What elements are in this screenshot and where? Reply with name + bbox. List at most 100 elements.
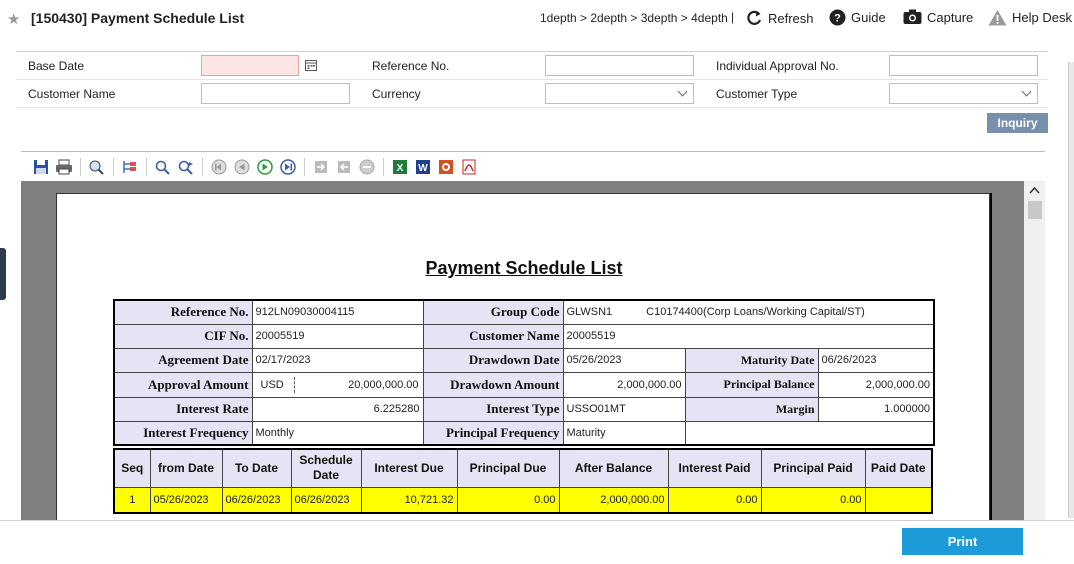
schedule-header-cell: To Date [221,448,292,488]
viewer-scrollbar[interactable] [1024,181,1045,521]
guide-button[interactable]: ? Guide [829,9,886,26]
toolbar-divider [202,157,203,176]
reference-no-input[interactable] [545,55,694,76]
drawdown-date-label: Drawdown Date [422,347,564,373]
toolbar-divider [383,157,384,176]
schedule-header-cell: Paid Date [864,448,933,488]
cif-no-value: 20005519 [251,323,424,349]
report-viewer: X W Payment Schedule List Reference No. … [21,151,1045,521]
favorite-star-icon[interactable]: ★ [7,10,20,28]
last-page-icon[interactable] [278,157,298,177]
toolbar-divider [146,157,147,176]
currency-select[interactable] [545,83,694,104]
schedule-cell: 0.00 [456,486,560,514]
help-circle-icon: ? [829,9,846,26]
schedule-header-cell: Interest Due [360,448,458,488]
schedule-cell: 05/26/2023 [149,486,223,514]
tree-icon[interactable] [120,157,140,177]
capture-label: Capture [927,9,974,25]
group-code-desc: C10174400(Corp Loans/Working Capital/ST) [646,306,865,319]
customer-type-label: Customer Type [716,87,798,101]
schedule-cell: 06/26/2023 [290,486,362,514]
print-icon[interactable] [54,157,74,177]
customer-name-input[interactable] [201,83,350,104]
loan-info-table: Reference No. 912LN09030004115 Group Cod… [113,299,935,446]
principal-balance-label: Principal Balance [684,371,819,398]
stop-icon[interactable] [357,157,377,177]
schedule-header-cell: After Balance [558,448,669,488]
powerpoint-icon[interactable] [436,157,456,177]
zoom-icon[interactable] [87,157,107,177]
search-row-1: Base Date Reference No. Individual Appro… [16,52,1048,80]
excel-icon[interactable]: X [390,157,410,177]
import-icon[interactable] [311,157,331,177]
first-page-icon[interactable] [209,157,229,177]
group-code-value: GLWSN1 C10174400(Corp Loans/Working Capit… [562,299,935,325]
reference-no-value: 912LN09030004115 [251,299,424,325]
search-panel: Base Date Reference No. Individual Appro… [16,51,1048,108]
footer-bar: Print [0,520,1074,564]
refresh-icon [747,10,762,25]
refresh-button[interactable]: Refresh [745,9,814,27]
schedule-header-row: Seq from Date To Date Schedule Date Interest… [113,448,933,488]
sidebar-toggle-tab[interactable] [0,248,6,300]
approval-currency: USD [253,376,295,393]
schedule-header-cell: Principal Paid [760,448,866,488]
svg-text:W: W [418,163,428,174]
schedule-cell: 0.00 [667,486,762,514]
table-row: 1 05/26/2023 06/26/2023 06/26/2023 10,721.32… [113,486,933,514]
interest-rate-label: Interest Rate [113,396,253,422]
interest-frequency-label: Interest Frequency [113,420,253,446]
schedule-cell [864,486,933,514]
schedule-cell: 0.00 [760,486,866,514]
export-icon[interactable] [334,157,354,177]
schedule-header-cell: Interest Paid [667,448,762,488]
print-button[interactable]: Print [902,528,1023,555]
search-next-icon[interactable] [176,157,196,177]
prev-page-icon[interactable] [232,157,252,177]
help-desk-label: Help Desk [1012,10,1072,25]
drawdown-amount-value: 2,000,000.00 [562,371,686,398]
capture-button[interactable]: Capture [903,9,973,25]
page-title: [150430] Payment Schedule List [31,10,245,26]
header-separator: | [731,10,735,24]
customer-type-select[interactable] [889,83,1038,104]
interest-frequency-value: Monthly [251,420,424,446]
principal-frequency-value: Maturity [562,420,686,446]
help-desk-button[interactable]: Help Desk [988,9,1072,26]
base-date-input[interactable] [201,55,299,76]
pdf-icon[interactable] [459,157,479,177]
schedule-header-cell: Principal Due [456,448,560,488]
svg-text:?: ? [834,13,841,25]
principal-balance-value: 2,000,000.00 [817,371,935,398]
schedule-cell: 1 [113,486,151,514]
save-icon[interactable] [31,157,51,177]
group-code-label: Group Code [422,299,564,325]
svg-text:X: X [397,163,404,174]
margin-label: Margin [684,396,819,422]
word-icon[interactable]: W [413,157,433,177]
page-scrollbar[interactable] [1068,62,1074,518]
search-row-2: Customer Name Currency Customer Type [16,80,1048,108]
warning-triangle-icon [988,10,1007,26]
report-page: Payment Schedule List Reference No. 912L… [56,193,990,521]
scroll-thumb[interactable] [1028,201,1042,219]
schedule-header-cell: from Date [149,448,223,488]
viewer-toolbar: X W [21,152,1045,181]
scroll-up-icon[interactable] [1029,186,1040,194]
search-icon[interactable] [153,157,173,177]
schedule-header-cell: Schedule Date [290,448,362,488]
calendar-icon[interactable] [305,59,317,71]
page-header: ★ [150430] Payment Schedule List 1depth … [0,0,1074,38]
approval-amount-value: 20,000,000.00 [348,378,419,391]
next-page-icon[interactable] [255,157,275,177]
interest-rate-value: 6.225280 [251,396,424,422]
customer-name-label: Customer Name [28,87,116,101]
agreement-date-value: 02/17/2023 [251,347,424,373]
inquiry-button[interactable]: Inquiry [987,113,1048,133]
interest-type-label: Interest Type [422,396,564,422]
individual-approval-input[interactable] [889,55,1038,76]
guide-label: Guide [851,10,886,25]
camera-icon [903,9,922,24]
drawdown-amount-label: Drawdown Amount [422,371,564,398]
